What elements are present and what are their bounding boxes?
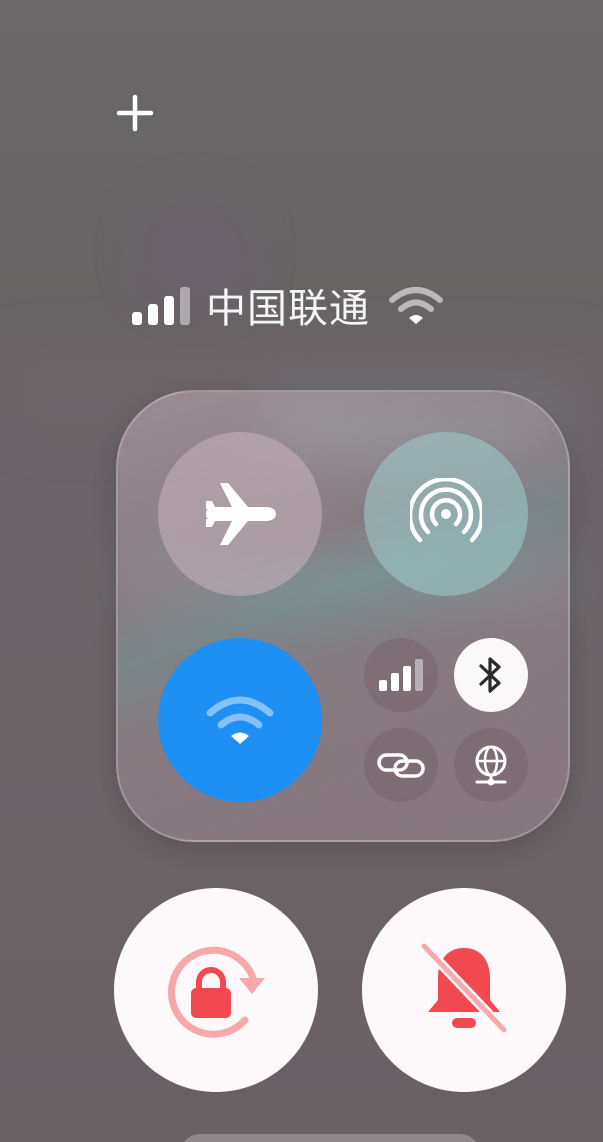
airplane-icon xyxy=(206,483,276,545)
bluetooth-icon xyxy=(479,657,501,693)
personal-hotspot-toggle[interactable] xyxy=(364,432,528,596)
bluetooth-toggle[interactable] xyxy=(454,638,528,712)
bell-slash-icon xyxy=(419,941,509,1035)
wifi-toggle[interactable] xyxy=(158,638,322,802)
network-sharing-toggle[interactable] xyxy=(454,728,528,802)
cellular-data-toggle[interactable] xyxy=(364,638,438,712)
hotspot-icon xyxy=(410,478,482,543)
rotation-lock-toggle[interactable] xyxy=(114,888,318,1092)
add-control-button[interactable] xyxy=(112,90,158,136)
plus-icon xyxy=(116,94,154,132)
cellular-signal-icon xyxy=(379,659,423,691)
wifi-icon xyxy=(206,696,274,744)
silent-mode-toggle[interactable] xyxy=(362,888,566,1092)
carrier-name: 中国联通 xyxy=(206,286,370,332)
network-globe-icon xyxy=(475,745,507,786)
connectivity-panel xyxy=(116,390,570,842)
status-row: 中国联通 xyxy=(130,280,444,332)
rotation-lock-icon xyxy=(167,946,265,1038)
link-toggle[interactable] xyxy=(364,728,438,802)
signal-strength-icon xyxy=(132,287,190,325)
airplane-mode-toggle[interactable] xyxy=(158,432,322,596)
link-icon xyxy=(377,753,425,778)
next-control-peek xyxy=(180,1134,480,1142)
wifi-status-icon xyxy=(389,287,443,324)
